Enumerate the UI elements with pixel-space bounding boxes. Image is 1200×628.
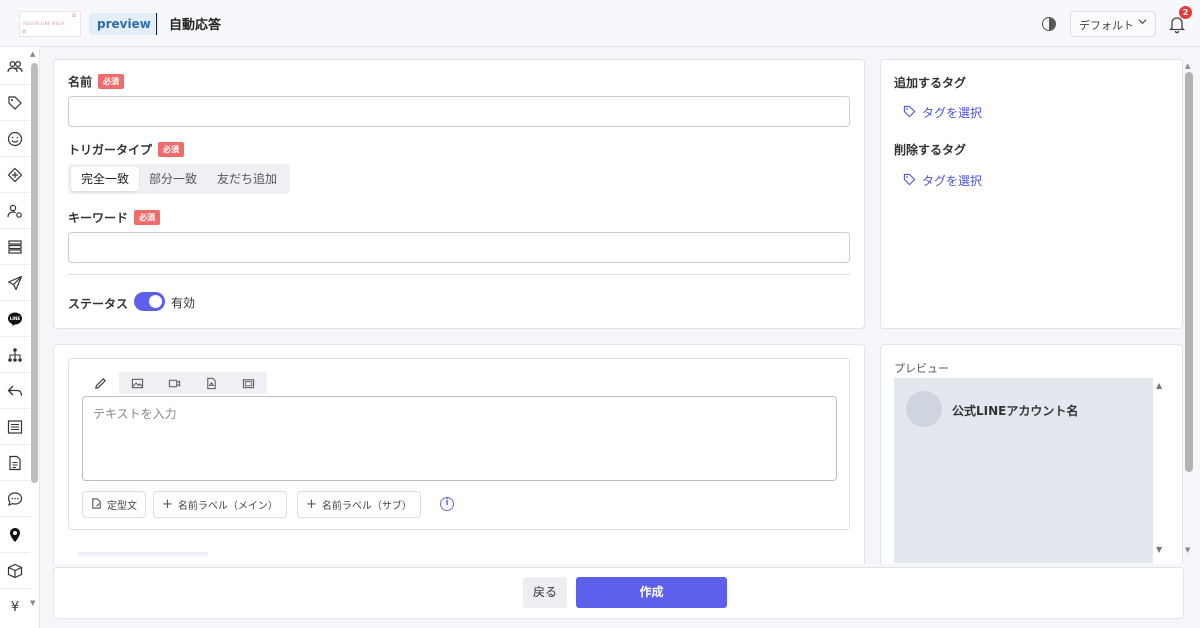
sidebar-nav: ▲ LINE ¥ ▼ (0, 47, 40, 628)
file-icon[interactable] (193, 372, 230, 394)
video-icon[interactable] (156, 372, 193, 394)
add-tags-label: 追加するタグ (894, 76, 967, 90)
preview-area: 公式LINEアカウント名 (894, 378, 1153, 563)
status-toggle[interactable] (134, 292, 165, 311)
name-input[interactable] (68, 96, 850, 127)
preview-title: プレビュー (894, 362, 949, 375)
line-icon[interactable]: LINE (0, 301, 30, 337)
notification-count-badge: 2 (1179, 6, 1192, 19)
image-icon[interactable] (119, 372, 156, 394)
tag-icon (903, 105, 916, 121)
remove-tags-label: 削除するタグ (894, 143, 967, 157)
scroll-down-icon[interactable]: ▼ (30, 599, 35, 607)
template-icon (91, 497, 102, 512)
scroll-up-icon[interactable]: ▲ (1156, 381, 1162, 390)
page-title: 自動応答 (169, 18, 222, 33)
send-icon[interactable] (0, 265, 30, 301)
create-button[interactable]: 作成 (576, 577, 727, 608)
template-button-label: 定型文 (107, 501, 137, 512)
users-icon[interactable] (0, 49, 30, 85)
sidebar-scrollbar[interactable] (31, 53, 38, 613)
status-label: ステータス (68, 297, 129, 311)
tags-card (880, 59, 1183, 329)
logo-decoration: ✿ (22, 29, 27, 35)
required-badge: 必須 (134, 210, 161, 225)
plus-icon: + (162, 497, 173, 512)
keyword-input[interactable] (68, 232, 850, 263)
pencil-icon[interactable] (82, 372, 119, 394)
required-badge: 必須 (98, 74, 125, 89)
page-scrollbar-thumb[interactable] (1185, 72, 1193, 472)
workspace-select-value: デフォルト (1079, 19, 1134, 32)
chevron-down-icon (1138, 17, 1147, 29)
template-button[interactable]: 定型文 (82, 491, 146, 518)
yen-icon[interactable]: ¥ (0, 589, 30, 625)
plus-icon: + (306, 497, 317, 512)
box-icon[interactable] (0, 553, 30, 589)
trigger-type-label: トリガータイプ 必須 (68, 141, 185, 158)
logo-decoration: ✿ (72, 13, 77, 19)
message-placeholder: テキストを入力 (93, 407, 177, 421)
tag-icon (903, 173, 916, 189)
document-icon[interactable] (0, 445, 30, 481)
keyword-label-text: キーワード (68, 211, 129, 225)
trigger-option-friend-add[interactable]: 友だち追加 (207, 167, 287, 191)
image-map-icon[interactable] (230, 372, 267, 394)
yen-glyph: ¥ (10, 599, 20, 615)
list-icon[interactable] (0, 229, 30, 265)
svg-text:LINE: LINE (10, 316, 21, 321)
sitemap-icon[interactable] (0, 337, 30, 373)
smile-icon[interactable] (0, 121, 30, 157)
reply-icon[interactable] (0, 373, 30, 409)
sidebar-scrollbar-thumb[interactable] (31, 63, 38, 483)
account-name: 公式LINEアカウント名 (952, 404, 1079, 418)
add-tag-select[interactable]: タグを選択 (903, 104, 982, 121)
info-icon[interactable]: i (440, 497, 454, 511)
location-pin-icon[interactable] (0, 517, 30, 553)
env-badge: preview (89, 13, 159, 35)
name-label-main-text: 名前ラベル（メイン） (177, 501, 278, 512)
scroll-down-icon[interactable]: ▼ (1156, 545, 1162, 554)
logo-text: ASSIGN LINE MEGA (23, 21, 65, 26)
app-header: ✿ ASSIGN LINE MEGA ✿ preview 自動応答 デフォルト … (0, 0, 1200, 47)
faded-link (78, 552, 208, 558)
form-divider (68, 274, 850, 275)
theme-toggle-icon[interactable] (1038, 13, 1060, 35)
back-button[interactable]: 戻る (523, 577, 567, 608)
message-type-toolbar (82, 372, 267, 394)
tags-icon[interactable] (0, 85, 30, 121)
trigger-type-segmented: 完全一致 部分一致 友だち追加 (68, 164, 291, 194)
required-badge: 必須 (158, 142, 185, 157)
add-tag-select-text: タグを選択 (922, 106, 983, 120)
scroll-up-icon[interactable]: ▲ (1185, 62, 1190, 70)
header-divider (156, 13, 157, 35)
workspace-select[interactable]: デフォルト (1070, 11, 1156, 37)
name-label-sub-button[interactable]: + 名前ラベル（サブ） (297, 491, 421, 518)
remove-tag-select-text: タグを選択 (922, 174, 983, 188)
notification-bell-icon[interactable]: 2 (1166, 6, 1192, 35)
name-label-main-button[interactable]: + 名前ラベル（メイン） (153, 491, 287, 518)
scroll-down-icon[interactable]: ▼ (1185, 546, 1190, 554)
message-textarea[interactable]: テキストを入力 (82, 396, 837, 481)
avatar (906, 391, 942, 427)
trigger-option-partial[interactable]: 部分一致 (139, 167, 207, 191)
toggle-knob (149, 295, 162, 308)
user-gear-icon[interactable] (0, 193, 30, 229)
chat-icon[interactable] (0, 481, 30, 517)
app-logo[interactable]: ✿ ASSIGN LINE MEGA ✿ (19, 11, 81, 37)
text-list-icon[interactable] (0, 409, 30, 445)
name-field-label: 名前 必須 (68, 73, 125, 90)
status-value: 有効 (171, 296, 196, 310)
trigger-option-exact[interactable]: 完全一致 (71, 167, 140, 191)
trigger-label-text: トリガータイプ (68, 143, 153, 157)
remove-tag-select[interactable]: タグを選択 (903, 172, 982, 189)
name-label-text: 名前 (68, 75, 93, 89)
name-label-sub-text: 名前ラベル（サブ） (321, 501, 412, 512)
tag-diamond-icon[interactable] (0, 157, 30, 193)
keyword-label: キーワード 必須 (68, 209, 161, 226)
